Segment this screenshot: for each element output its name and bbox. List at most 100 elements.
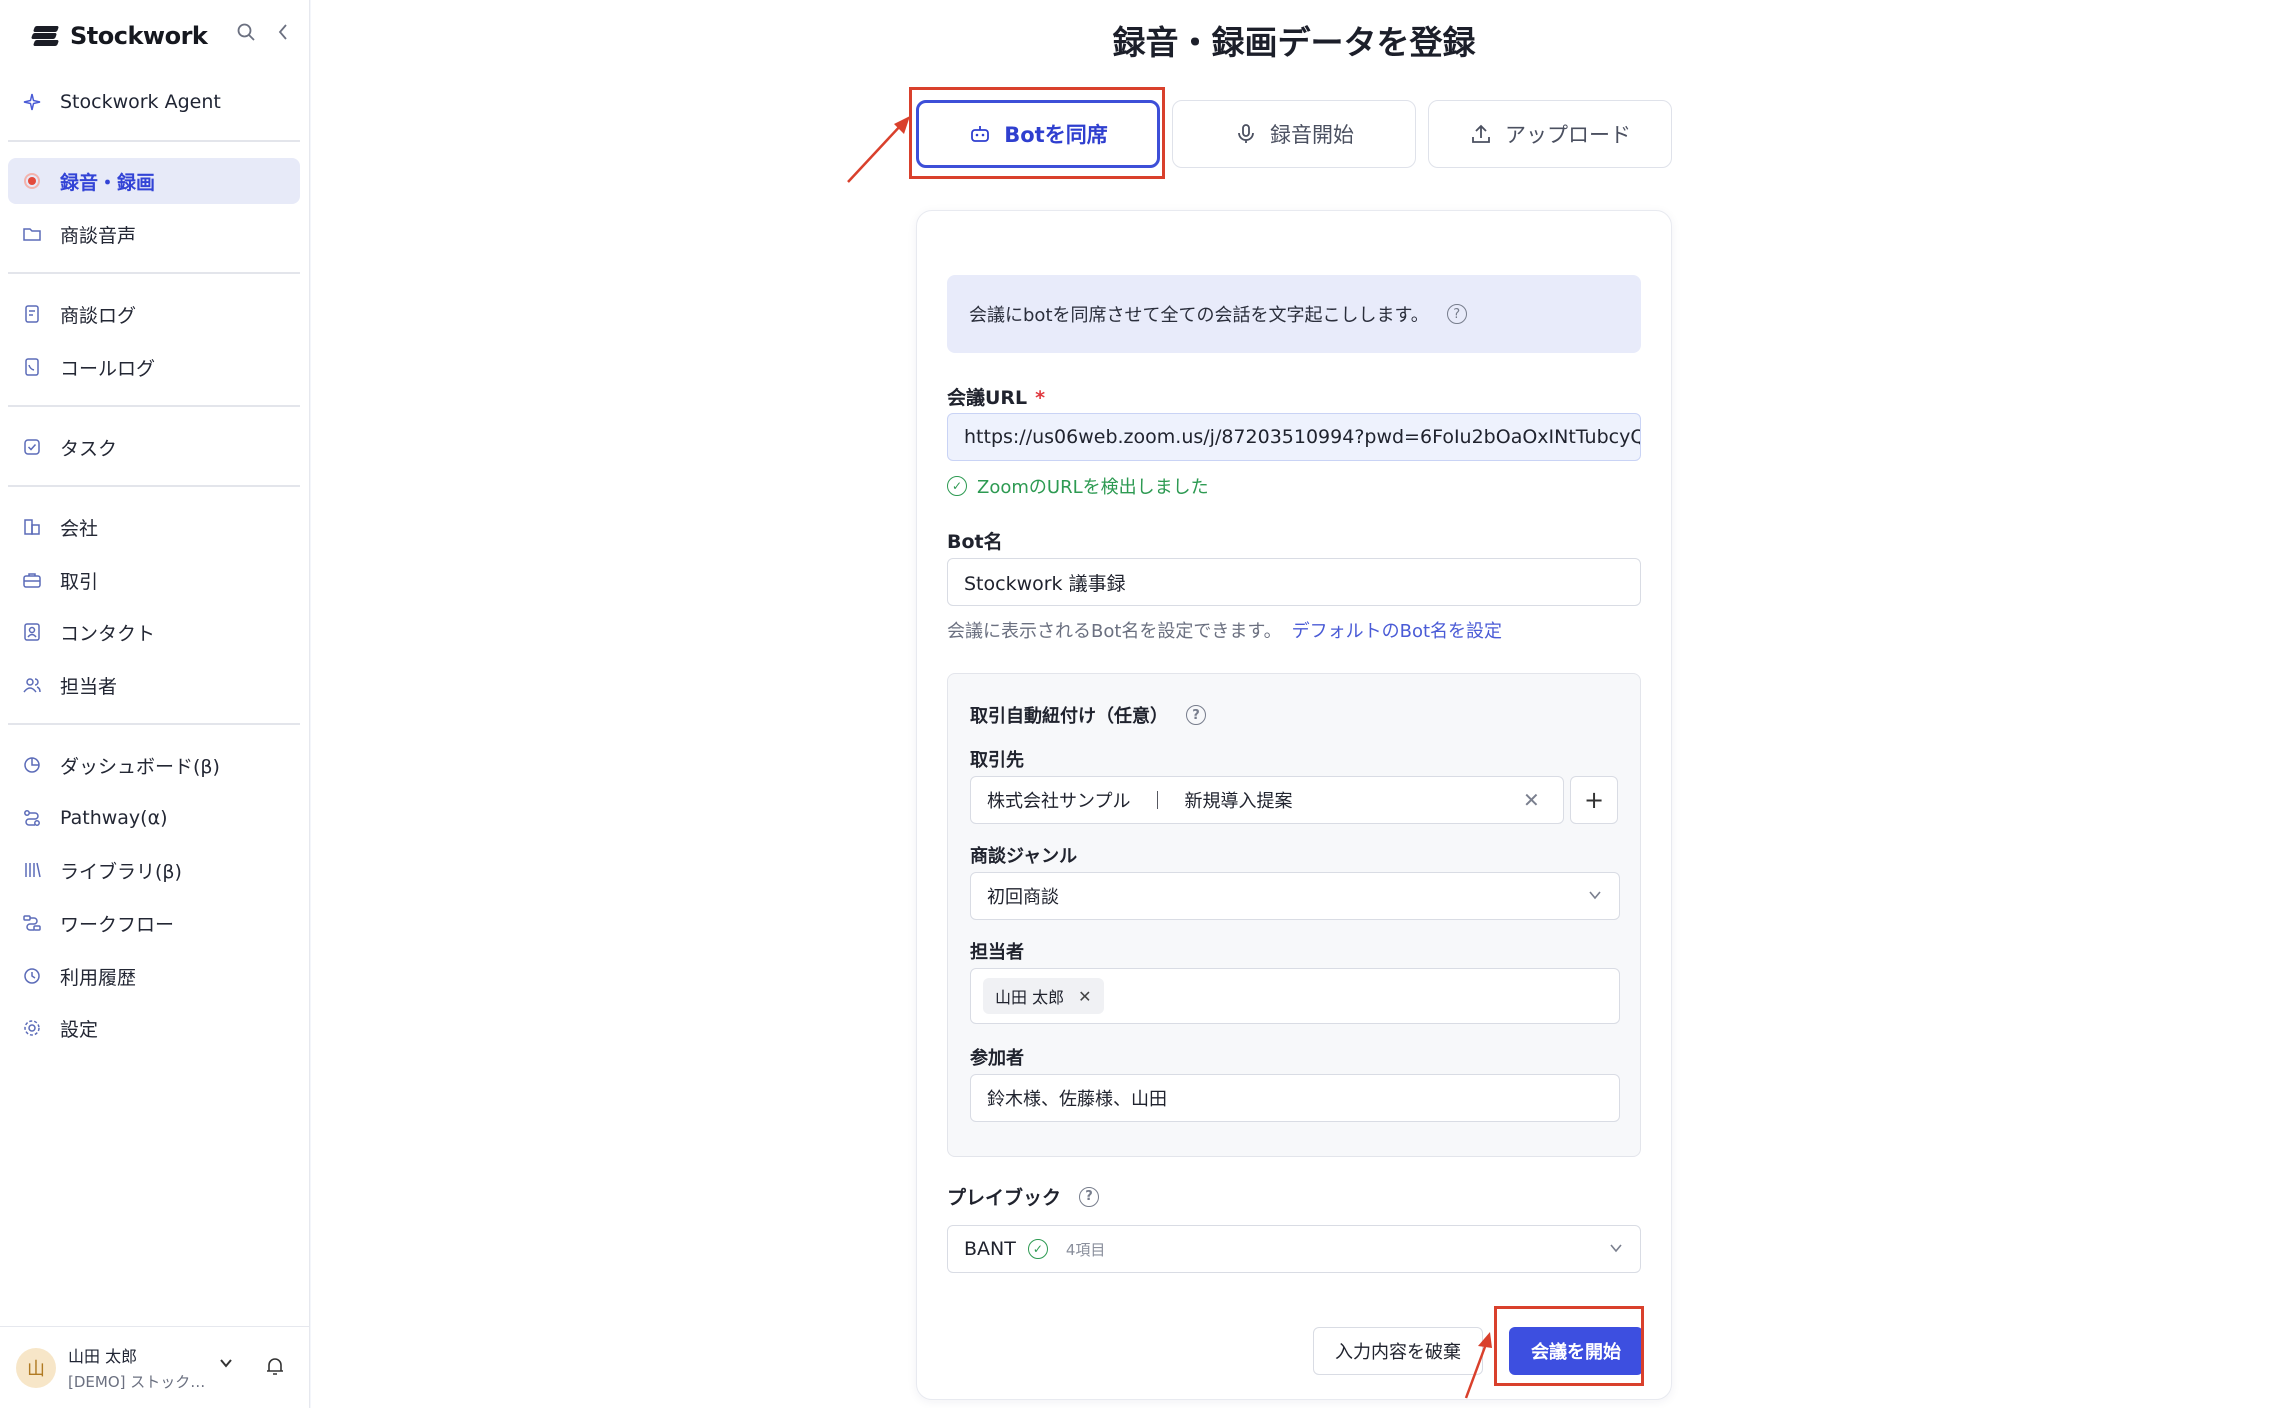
participants-input[interactable]: 鈴木様、佐藤様、山田 [970,1074,1620,1122]
search-icon[interactable] [236,22,256,42]
sidebar-item-tasks[interactable]: タスク [8,424,300,470]
bell-icon[interactable] [264,1355,286,1377]
playbook-count: 4項目 [1065,1240,1106,1259]
bot-join-form: 会議にbotを同席させて全ての会話を文字起こしします。 ? 会議URL * htt… [916,210,1672,1400]
sidebar-item-usage-history[interactable]: 利用履歴 [8,953,300,999]
help-icon[interactable]: ? [1446,304,1467,324]
owner-multiselect[interactable]: 山田 太郎 ✕ [970,968,1620,1024]
brand-logo[interactable]: Stockwork [30,16,300,56]
workflow-icon [22,913,42,933]
sidebar-item-agent[interactable]: Stockwork Agent [8,80,300,124]
sidebar-item-recording[interactable]: 録音・録画 [8,158,300,204]
client-select[interactable]: 株式会社サンプル ｜ 新規導入提案 ✕ [970,776,1564,824]
check-circle-icon: ✓ [1027,1239,1048,1259]
annotation-arrow-icon [847,116,910,183]
client-label: 取引先 [970,750,1024,771]
sidebar-item-label: 担当者 [60,675,118,698]
checkbox-icon [22,437,42,457]
users-icon [22,675,42,695]
playbook-select[interactable]: BANT ✓ 4項目 [947,1225,1641,1273]
help-icon[interactable]: ? [1079,1186,1100,1207]
contact-icon [22,622,42,642]
sidebar-item-deals[interactable]: 取引 [8,557,300,603]
chevron-down-icon [1610,1244,1622,1253]
genre-select[interactable]: 初回商談 [970,872,1620,920]
chevron-down-icon [1589,891,1601,900]
playbook-value: BANT [964,1238,1016,1260]
document-icon [22,304,42,324]
required-mark: * [1035,387,1046,409]
default-bot-name-link[interactable]: デフォルトのBot名を設定 [1292,621,1502,642]
sidebar-item-dashboard[interactable]: ダッシュボード(β) [8,742,300,788]
info-banner: 会議にbotを同席させて全ての会話を文字起こしします。 ? [947,275,1641,353]
library-icon [22,860,42,880]
tab-record[interactable]: 録音開始 [1172,100,1416,168]
sidebar-item-library[interactable]: ライブラリ(β) [8,847,300,893]
bot-name-value: Stockwork 議事録 [964,572,1126,595]
sidebar-item-meeting-audio[interactable]: 商談音声 [8,211,300,257]
divider [8,485,300,487]
tab-upload[interactable]: アップロード [1428,100,1672,168]
user-menu[interactable]: 山 山田 太郎 [DEMO] ストック… [0,1326,310,1408]
deal-auto-link-section: 取引自動紐付け（任意） ? 取引先 株式会社サンプル ｜ 新規導入提案 ✕ + … [947,673,1641,1157]
playbook-label: プレイブック ? [947,1183,1100,1210]
collapse-sidebar-icon[interactable] [276,22,290,42]
divider [8,723,300,725]
brand-name: Stockwork [70,22,208,50]
playbook-label-text: プレイブック [947,1187,1062,1209]
sidebar-item-label: タスク [60,437,118,460]
folder-icon [22,224,42,244]
divider [8,272,300,274]
building-icon [22,517,42,537]
sparkle-icon [22,92,42,112]
bot-name-label: Bot名 [947,531,1003,553]
genre-label: 商談ジャンル [970,846,1078,867]
sidebar-item-meeting-log[interactable]: 商談ログ [8,291,300,337]
sidebar-item-label: コールログ [60,357,156,380]
annotation-highlight [1494,1306,1644,1386]
sidebar-item-label: 商談音声 [60,224,137,247]
sidebar-item-call-log[interactable]: コールログ [8,344,300,390]
sidebar-item-label: Stockwork Agent [60,91,221,113]
avatar: 山 [16,1347,56,1388]
divider [8,405,300,407]
sidebar-item-owners[interactable]: 担当者 [8,662,300,708]
genre-value: 初回商談 [987,887,1059,908]
divider [8,140,300,142]
sidebar-item-settings[interactable]: 設定 [8,1005,300,1051]
meeting-url-input[interactable]: https://us06web.zoom.us/j/87203510994?pw… [947,413,1641,461]
gear-icon [22,1018,42,1038]
sidebar-item-workflow[interactable]: ワークフロー [8,900,300,946]
info-text: 会議にbotを同席させて全ての会話を文字起こしします。 [969,305,1429,326]
sidebar-item-label: 会社 [60,517,99,540]
owner-label: 担当者 [970,942,1024,963]
bot-name-hint: 会議に表示されるBot名を設定できます。 デフォルトのBot名を設定 [947,617,1502,643]
pathway-icon [22,808,42,828]
url-detected-status: ✓ ZoomのURLを検出しました [947,473,1209,499]
sidebar-item-label: 商談ログ [60,304,137,327]
deal-section-title: 取引自動紐付け（任意） ? [970,702,1206,728]
tab-label: 録音開始 [1270,123,1354,147]
hint-text: 会議に表示されるBot名を設定できます。 [947,621,1282,642]
close-icon[interactable]: ✕ [1078,987,1091,1006]
sidebar-item-label: ライブラリ(β) [60,860,182,883]
user-org: [DEMO] ストック… [68,1373,206,1391]
help-icon[interactable]: ? [1186,705,1206,725]
sidebar-item-label: コンタクト [60,622,156,645]
user-name: 山田 太郎 [68,1347,138,1366]
sidebar-item-pathway[interactable]: Pathway(α) [8,795,300,841]
chevron-down-icon[interactable] [218,1355,234,1371]
clock-icon [22,966,42,986]
close-icon[interactable]: ✕ [1523,788,1540,812]
url-label-text: 会議URL [947,387,1028,409]
sidebar-item-contacts[interactable]: コンタクト [8,609,300,655]
url-value: https://us06web.zoom.us/j/87203510994?pw… [964,426,1641,448]
bot-name-input[interactable]: Stockwork 議事録 [947,558,1641,606]
chart-pie-icon [22,755,42,775]
sidebar-item-label: 設定 [60,1018,99,1041]
add-client-button[interactable]: + [1570,776,1618,824]
owner-chip: 山田 太郎 ✕ [983,978,1104,1014]
participants-value: 鈴木様、佐藤様、山田 [987,1089,1167,1110]
sidebar-item-company[interactable]: 会社 [8,504,300,550]
deal-title-text: 取引自動紐付け（任意） [970,706,1168,727]
